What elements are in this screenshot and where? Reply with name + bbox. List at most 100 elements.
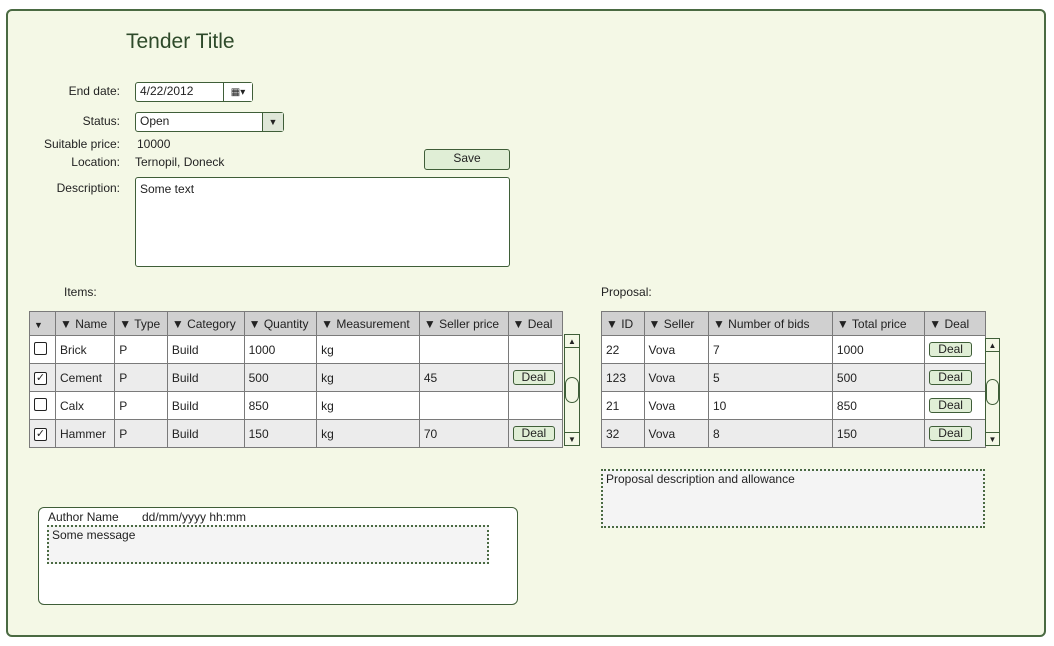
proposal-id: 22 <box>601 335 645 364</box>
row-checkbox-checked[interactable]: ✓ <box>34 372 47 385</box>
description-textarea[interactable]: Some text <box>135 177 510 267</box>
proposal-id: 32 <box>601 419 645 448</box>
item-category: Build <box>166 419 245 448</box>
proposal-total: 150 <box>831 419 926 448</box>
table-row[interactable]: 22 Vova 7 1000 Deal <box>601 335 986 364</box>
proposal-scrollbar[interactable]: ▲ ▼ <box>985 338 1000 446</box>
item-name: Hammer <box>54 419 116 448</box>
items-col-category[interactable]: ▼ Category <box>166 311 245 336</box>
status-label: Status: <box>82 114 120 128</box>
proposal-total: 850 <box>831 391 926 420</box>
row-checkbox-checked[interactable]: ✓ <box>34 428 47 441</box>
proposal-col-total[interactable]: ▼ Total price <box>831 311 926 336</box>
scroll-down-icon[interactable]: ▼ <box>565 432 579 445</box>
proposal-id: 21 <box>601 391 645 420</box>
proposal-bids: 10 <box>707 391 833 420</box>
item-type: P <box>114 391 168 420</box>
proposal-col-bids[interactable]: ▼ Number of bids <box>707 311 833 336</box>
scroll-thumb[interactable] <box>986 379 999 405</box>
save-button[interactable]: Save <box>424 149 510 170</box>
proposal-seller: Vova <box>643 335 709 364</box>
status-select[interactable]: Open ▼ <box>135 112 284 132</box>
deal-button[interactable]: Deal <box>512 426 556 441</box>
items-col-deal[interactable]: ▼ Deal <box>507 311 564 336</box>
row-checkbox[interactable] <box>34 341 47 355</box>
page-title: Tender Title <box>126 30 235 53</box>
deal-button[interactable]: Deal <box>929 398 972 413</box>
status-value: Open <box>140 114 170 128</box>
items-col-name[interactable]: ▼ Name <box>54 311 116 336</box>
items-col-quantity[interactable]: ▼ Quantity <box>243 311 318 336</box>
proposal-bids: 7 <box>707 335 833 364</box>
table-row[interactable]: 21 Vova 10 850 Deal <box>601 391 986 420</box>
end-date-picker[interactable]: 4/22/2012 ▦▾ <box>135 82 253 102</box>
item-deal: Deal <box>507 363 564 392</box>
item-name: Cement <box>54 363 116 392</box>
proposal-header-row: ▼ ID ▼ Seller ▼ Number of bids ▼ Total p… <box>601 311 986 336</box>
proposal-seller: Vova <box>643 363 709 392</box>
calendar-icon[interactable]: ▦▾ <box>223 83 252 101</box>
table-row: ✓ Cement P Build 500 kg 45 Deal <box>29 363 564 392</box>
end-date-value: 4/22/2012 <box>140 84 194 98</box>
proposal-label: Proposal: <box>601 285 652 299</box>
message-text[interactable]: Some message <box>47 525 489 564</box>
message-author: Author Name <box>48 510 119 524</box>
chevron-down-icon[interactable]: ▼ <box>262 113 283 131</box>
item-measurement: kg <box>316 419 420 448</box>
proposal-col-id[interactable]: ▼ ID <box>601 311 645 336</box>
table-row: Brick P Build 1000 kg <box>29 335 564 364</box>
message-panel: Author Name dd/mm/yyyy hh:mm Some messag… <box>38 507 518 605</box>
deal-button[interactable]: Deal <box>929 426 972 441</box>
table-row[interactable]: 32 Vova 8 150 Deal <box>601 419 986 448</box>
items-label: Items: <box>64 285 97 299</box>
item-measurement: kg <box>316 391 420 420</box>
item-name: Calx <box>54 391 116 420</box>
price-value: 10000 <box>137 137 171 151</box>
proposal-seller: Vova <box>643 391 709 420</box>
items-col-select[interactable]: ▼ <box>29 311 56 336</box>
items-header-row: ▼ ▼ Name ▼ Type ▼ Category ▼ Quantity ▼ … <box>29 311 564 336</box>
proposal-bids: 8 <box>707 419 833 448</box>
location-label: Location: <box>71 155 120 169</box>
item-deal <box>507 335 564 364</box>
deal-button[interactable]: Deal <box>512 370 556 385</box>
proposal-deal: Deal <box>924 391 986 420</box>
item-category: Build <box>166 335 245 364</box>
proposal-total: 1000 <box>831 335 926 364</box>
proposal-col-deal[interactable]: ▼ Deal <box>924 311 986 336</box>
proposal-total: 500 <box>831 363 926 392</box>
item-quantity: 1000 <box>243 335 318 364</box>
checkbox-cell <box>29 391 56 420</box>
items-scrollbar[interactable]: ▲ ▼ <box>564 334 580 446</box>
checkbox-cell <box>29 335 56 364</box>
location-value: Ternopil, Doneck <box>135 155 225 169</box>
scroll-up-icon[interactable]: ▲ <box>986 339 999 352</box>
item-deal <box>507 391 564 420</box>
message-datetime: dd/mm/yyyy hh:mm <box>142 510 247 524</box>
deal-button[interactable]: Deal <box>929 370 972 385</box>
items-col-seller-price[interactable]: ▼ Seller price <box>418 311 509 336</box>
proposal-description[interactable]: Proposal description and allowance <box>601 469 985 528</box>
checkbox-cell: ✓ <box>29 419 56 448</box>
proposal-col-seller[interactable]: ▼ Seller <box>643 311 709 336</box>
item-type: P <box>114 335 168 364</box>
proposal-id: 123 <box>601 363 645 392</box>
item-seller-price <box>418 335 509 364</box>
item-deal: Deal <box>507 419 564 448</box>
description-label: Description: <box>56 181 120 195</box>
proposal-deal: Deal <box>924 419 986 448</box>
proposal-bids: 5 <box>707 363 833 392</box>
table-row[interactable]: 123 Vova 5 500 Deal <box>601 363 986 392</box>
item-category: Build <box>166 391 245 420</box>
scroll-down-icon[interactable]: ▼ <box>986 432 999 445</box>
item-quantity: 850 <box>243 391 318 420</box>
scroll-thumb[interactable] <box>565 377 579 403</box>
checkbox-cell: ✓ <box>29 363 56 392</box>
item-seller-price: 45 <box>418 363 509 392</box>
item-type: P <box>114 363 168 392</box>
items-col-measurement[interactable]: ▼ Measurement <box>316 311 420 336</box>
row-checkbox[interactable] <box>34 397 47 411</box>
scroll-up-icon[interactable]: ▲ <box>565 335 579 348</box>
deal-button[interactable]: Deal <box>929 342 972 357</box>
items-col-type[interactable]: ▼ Type <box>114 311 168 336</box>
